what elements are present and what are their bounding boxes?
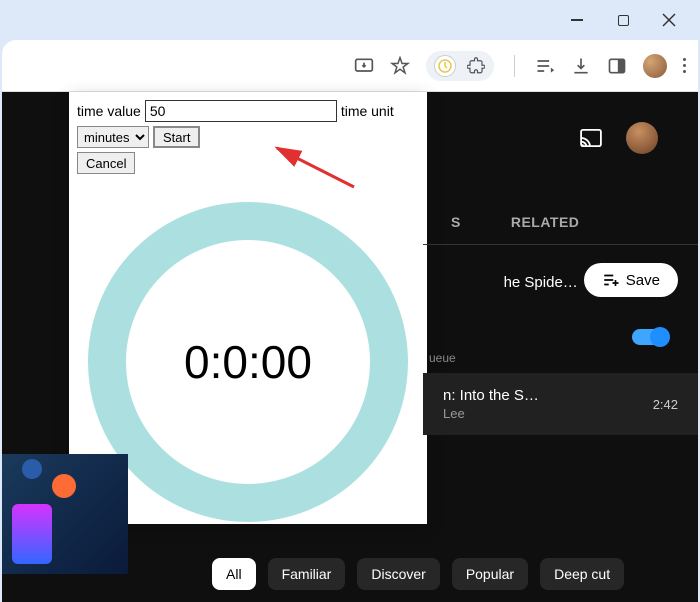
start-button[interactable]: Start: [153, 126, 200, 148]
queue-label-partial: ueue: [423, 351, 698, 365]
extensions-puzzle-icon[interactable]: [466, 56, 486, 76]
minimize-button[interactable]: [570, 13, 584, 27]
track-row[interactable]: n: Into the S… Lee 2:42: [423, 373, 698, 435]
chip-discover[interactable]: Discover: [357, 558, 439, 590]
annotation-arrow: [269, 142, 359, 192]
save-button[interactable]: Save: [584, 263, 678, 297]
account-avatar[interactable]: [626, 122, 658, 154]
chip-deep-cuts[interactable]: Deep cut: [540, 558, 624, 590]
video-thumbnail[interactable]: [2, 454, 128, 574]
bookmark-star-icon[interactable]: [390, 56, 410, 76]
install-app-icon[interactable]: [354, 56, 374, 76]
time-unit-select[interactable]: minutes: [77, 126, 149, 148]
time-unit-label: time unit: [341, 103, 394, 119]
playlist-add-icon: [602, 271, 620, 289]
video-title-partial: he Spide…: [504, 270, 578, 291]
filter-chips: All Familiar Discover Popular Deep cut: [212, 558, 624, 590]
tab-partial[interactable]: S: [451, 214, 461, 230]
maximize-button[interactable]: [616, 13, 630, 27]
cast-icon[interactable]: [580, 129, 602, 147]
timer-ring: 0:0:00: [88, 202, 408, 522]
media-control-icon[interactable]: [535, 56, 555, 76]
chip-popular[interactable]: Popular: [452, 558, 528, 590]
chip-all[interactable]: All: [212, 558, 256, 590]
menu-kebab-icon[interactable]: [683, 58, 686, 73]
side-panel-icon[interactable]: [607, 56, 627, 76]
page-content: time value time unit minutes Start Cance…: [2, 92, 698, 602]
track-title: n: Into the S…: [443, 387, 539, 404]
close-button[interactable]: [662, 13, 676, 27]
window-titlebar: [0, 0, 700, 40]
time-value-input[interactable]: [145, 100, 337, 122]
extension-pill: [426, 51, 494, 81]
timer-extension-icon[interactable]: [434, 55, 456, 77]
chip-familiar[interactable]: Familiar: [268, 558, 346, 590]
profile-avatar[interactable]: [643, 54, 667, 78]
cancel-button[interactable]: Cancel: [77, 152, 135, 174]
browser-toolbar: [2, 40, 698, 92]
time-value-label: time value: [77, 103, 141, 119]
autoplay-toggle[interactable]: [632, 329, 668, 345]
track-duration: 2:42: [653, 397, 678, 412]
timer-display: 0:0:00: [184, 335, 312, 389]
track-artist: Lee: [443, 406, 539, 421]
downloads-icon[interactable]: [571, 56, 591, 76]
tab-related[interactable]: RELATED: [511, 214, 580, 230]
